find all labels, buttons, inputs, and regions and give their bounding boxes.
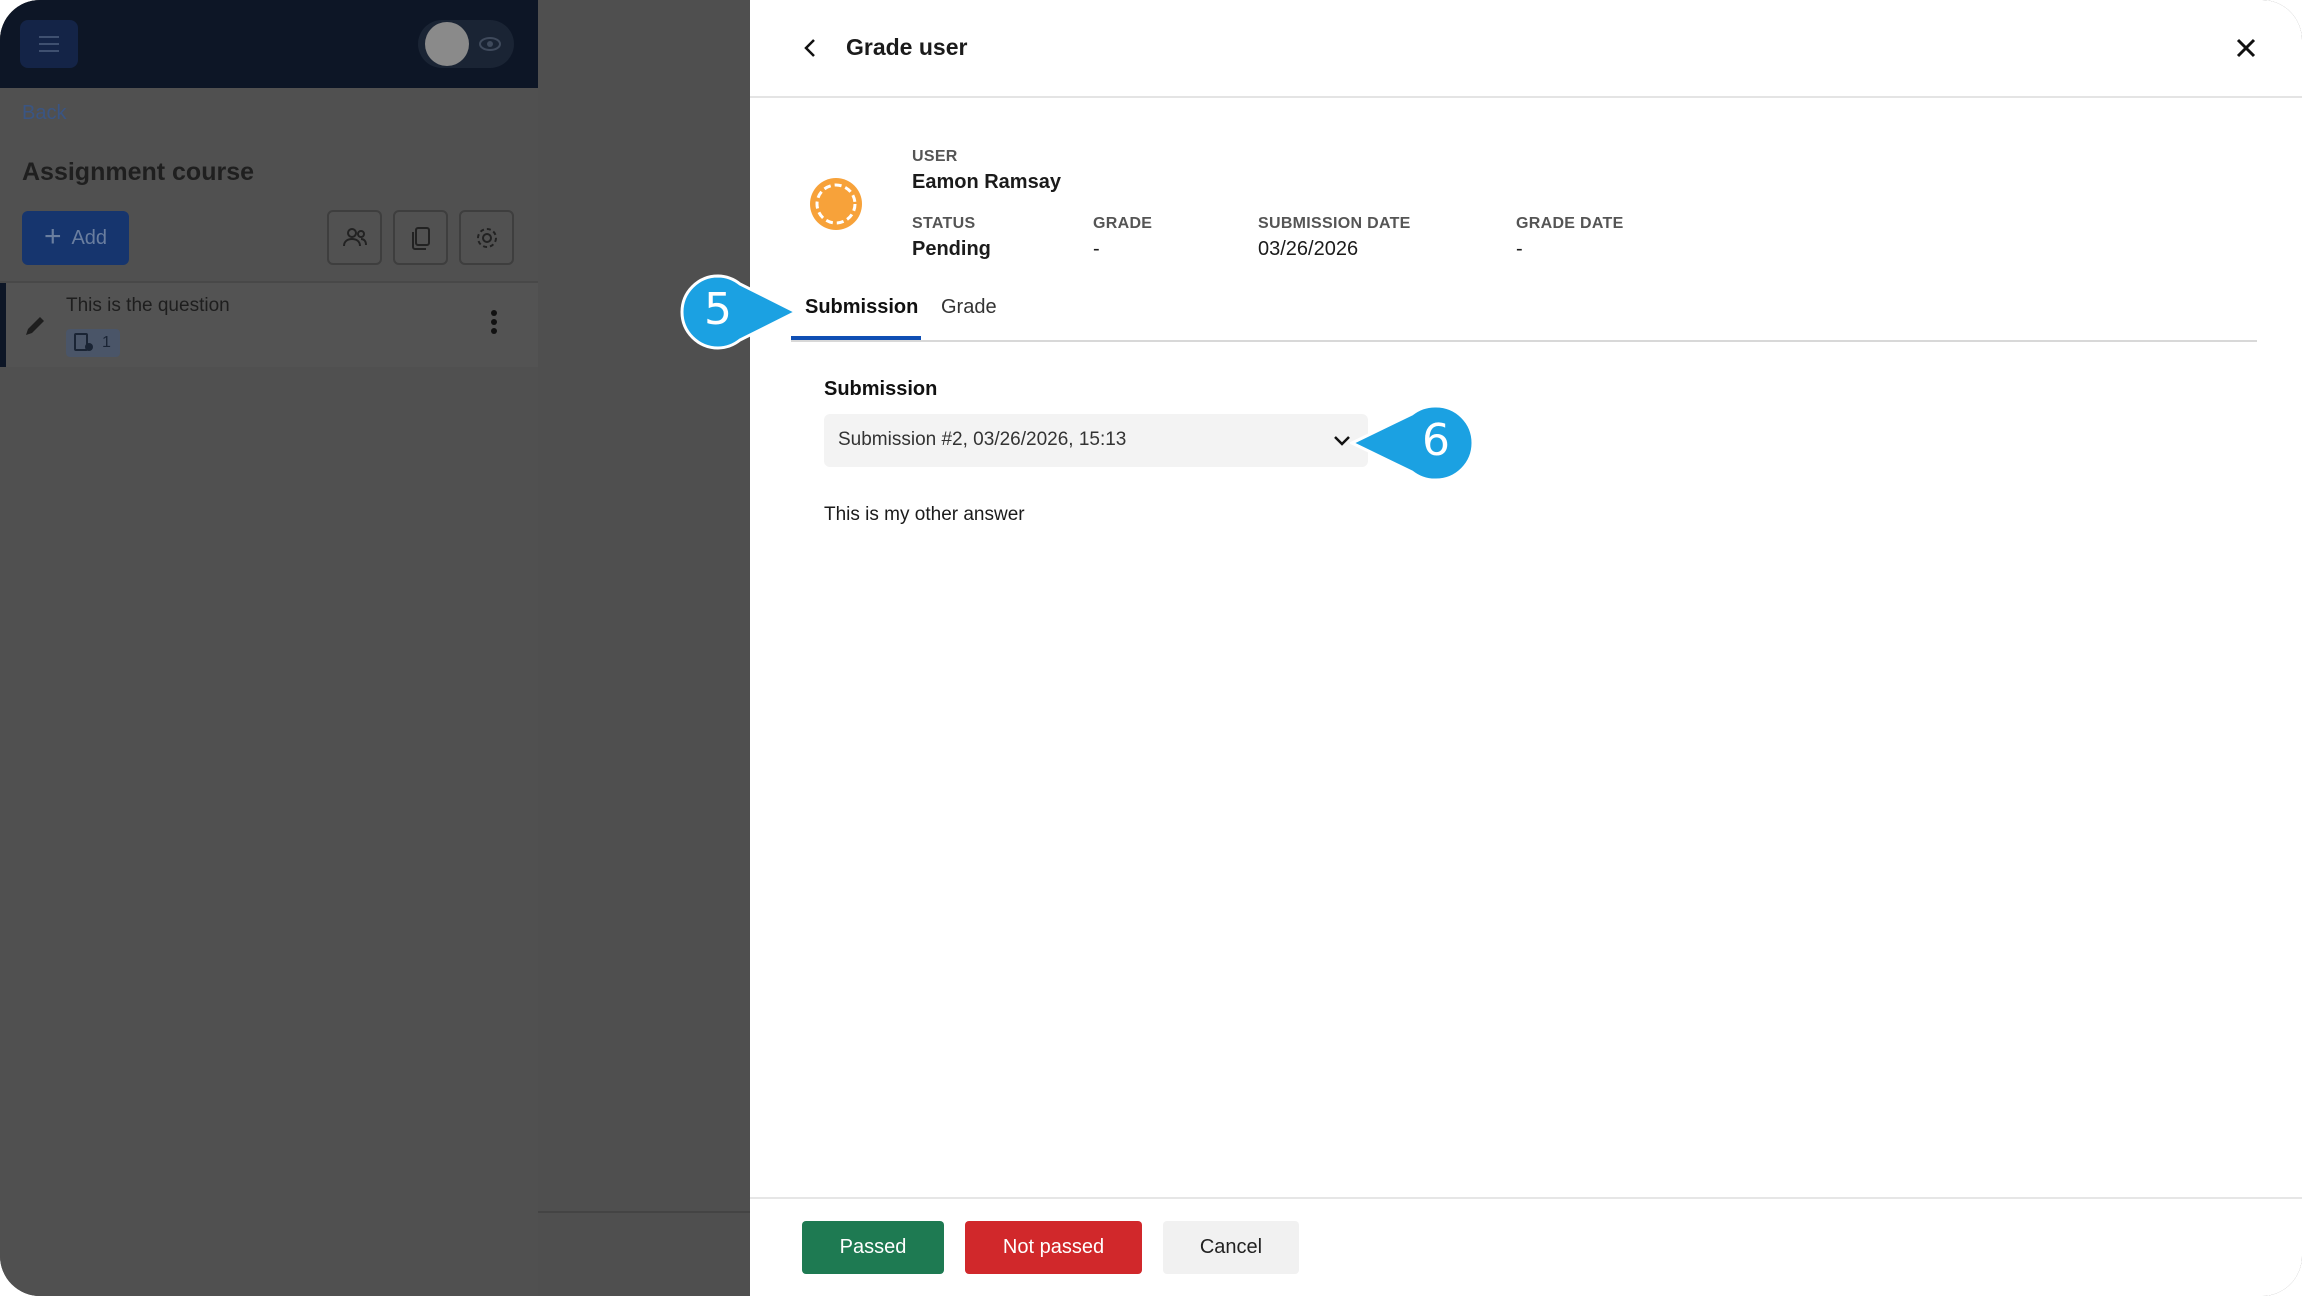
- submission-answer: This is my other answer: [824, 504, 1025, 525]
- submission-count-badge: 1: [66, 329, 120, 357]
- grade-value: -: [1093, 238, 1100, 260]
- eye-icon: [479, 37, 501, 51]
- app-frame: Back Assignment course + Add This is the…: [0, 0, 2302, 1296]
- submission-select[interactable]: Submission #2, 03/26/2026, 15:13: [824, 414, 1368, 467]
- panel-footer: Passed Not passed Cancel: [750, 1197, 2302, 1296]
- hamburger-icon: [39, 36, 59, 52]
- plus-icon: +: [43, 219, 62, 253]
- grade-user-panel: Grade user USER Eamon Ramsay STATUS Pend…: [750, 0, 2302, 1296]
- back-link[interactable]: Back: [22, 102, 66, 125]
- tabs: Submission Grade: [791, 278, 2257, 342]
- divider: [538, 1211, 750, 1213]
- settings-button[interactable]: [459, 210, 514, 265]
- add-button-label: Add: [71, 226, 108, 249]
- callout-5: 5: [680, 274, 800, 350]
- pencil-icon: [26, 317, 44, 335]
- users-button[interactable]: [327, 210, 382, 265]
- status-label: STATUS: [912, 215, 976, 232]
- cancel-button[interactable]: Cancel: [1163, 1221, 1299, 1274]
- top-bar: [0, 0, 538, 88]
- not-passed-button[interactable]: Not passed: [965, 1221, 1142, 1274]
- submission-date-value: 03/26/2026: [1258, 238, 1359, 260]
- copy-icon: [411, 226, 430, 250]
- active-tab-indicator: [791, 336, 921, 340]
- copy-button[interactable]: [393, 210, 448, 265]
- user-status-icon: [810, 178, 862, 230]
- chevron-left-icon[interactable]: [799, 36, 823, 60]
- menu-button[interactable]: [20, 20, 78, 68]
- submission-count: 1: [102, 334, 111, 351]
- submission-date-label: SUBMISSION DATE: [1258, 215, 1411, 232]
- gear-icon: [476, 227, 497, 248]
- panel-title: Grade user: [846, 34, 968, 60]
- tab-grade[interactable]: Grade: [941, 296, 997, 319]
- callout-number: 5: [704, 284, 732, 335]
- avatar: [425, 22, 469, 66]
- callout-number: 6: [1422, 415, 1450, 466]
- grade-label: GRADE: [1093, 215, 1153, 232]
- callout-6: 6: [1348, 404, 1475, 482]
- submission-section-label: Submission: [824, 378, 938, 400]
- chevron-down-icon: [1334, 436, 1350, 446]
- list-item[interactable]: This is the question 1: [0, 283, 538, 367]
- close-icon[interactable]: [2234, 36, 2258, 60]
- passed-button[interactable]: Passed: [802, 1221, 944, 1274]
- overlay-backdrop[interactable]: [538, 0, 750, 1296]
- panel-header: Grade user: [750, 0, 2302, 98]
- grade-date-label: GRADE DATE: [1516, 215, 1624, 232]
- question-title: This is the question: [66, 295, 230, 316]
- more-options-icon[interactable]: [486, 307, 502, 337]
- grade-date-value: -: [1516, 238, 1523, 260]
- tab-submission[interactable]: Submission: [805, 296, 918, 319]
- users-icon: [342, 227, 367, 246]
- course-title: Assignment course: [22, 158, 255, 186]
- submission-select-value: Submission #2, 03/26/2026, 15:13: [838, 429, 1127, 450]
- user-label: USER: [912, 148, 958, 165]
- submissions-icon: [74, 333, 93, 351]
- view-as-toggle[interactable]: [418, 20, 514, 68]
- background-app: Back Assignment course + Add This is the…: [0, 0, 538, 1296]
- user-name: Eamon Ramsay: [912, 171, 1061, 193]
- status-value: Pending: [912, 238, 991, 260]
- add-button[interactable]: + Add: [22, 211, 129, 265]
